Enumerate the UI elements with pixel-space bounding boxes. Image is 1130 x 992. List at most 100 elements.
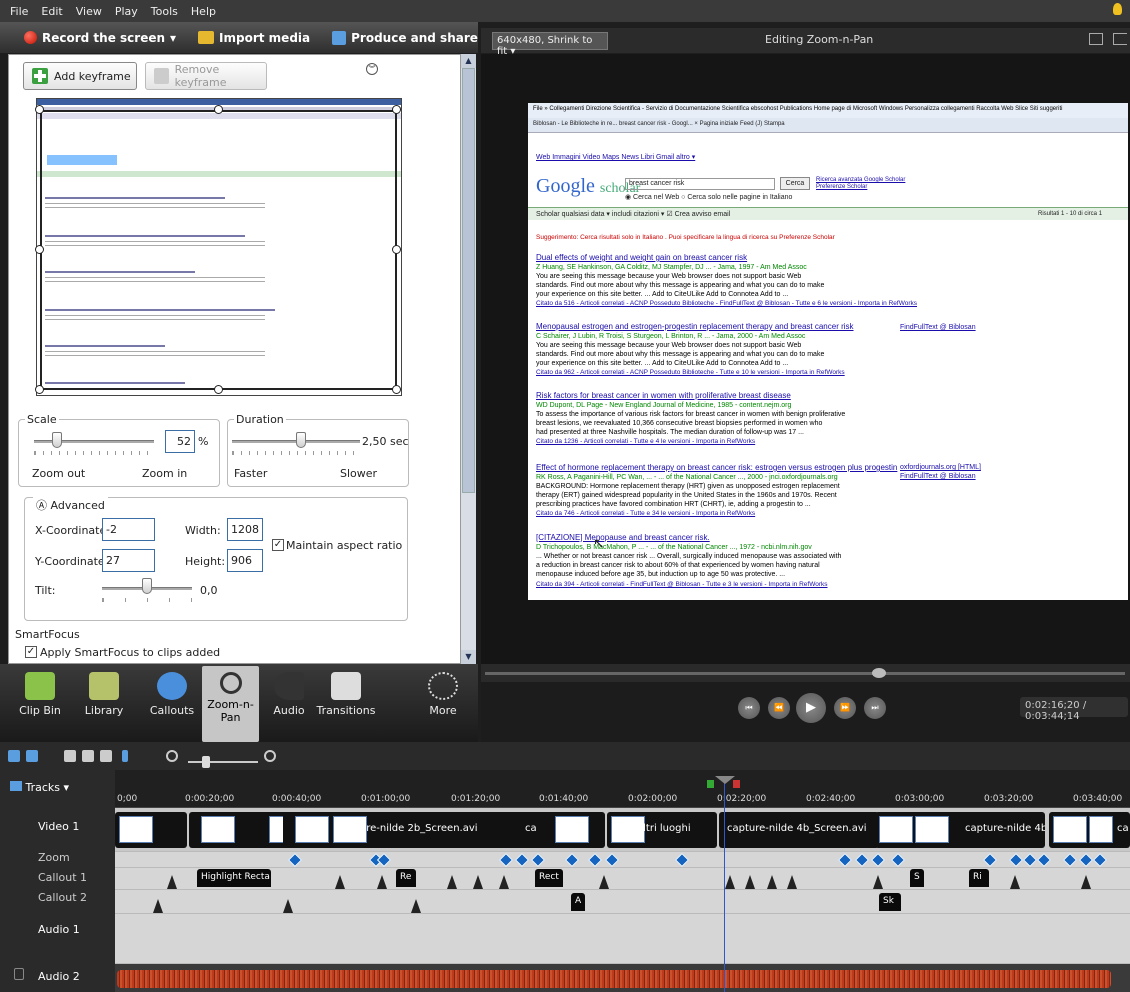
menu-play[interactable]: Play xyxy=(115,5,138,18)
video-clip[interactable]: ca xyxy=(1049,812,1130,848)
split-icon[interactable] xyxy=(122,750,128,762)
keyframe-icon[interactable] xyxy=(1022,852,1038,868)
play-icon[interactable]: ▶ xyxy=(796,693,826,723)
keyframe-icon[interactable] xyxy=(674,852,690,868)
keyframe-icon[interactable] xyxy=(530,852,546,868)
zoom-selection-rectangle[interactable] xyxy=(40,110,397,390)
keyframe-icon[interactable] xyxy=(1008,852,1024,868)
callout-clip[interactable]: A xyxy=(571,893,585,911)
smartfocus-checkbox[interactable]: ✓ xyxy=(25,646,37,658)
keyframe-icon[interactable] xyxy=(514,852,530,868)
audio-waveform[interactable] xyxy=(117,970,1111,988)
detach-icon[interactable] xyxy=(1113,33,1127,45)
timeline-zoom-thumb[interactable] xyxy=(202,756,210,768)
tracks-menu[interactable]: Tracks ▾ xyxy=(10,781,69,794)
out-marker[interactable] xyxy=(733,780,740,788)
menu-view[interactable]: View xyxy=(76,5,102,18)
callout2-track[interactable]: A Sk xyxy=(115,890,1130,914)
keyframe-icon[interactable] xyxy=(890,852,906,868)
advanced-toggle[interactable]: Ⓐ Advanced xyxy=(33,497,108,513)
keyframe-icon[interactable] xyxy=(604,852,620,868)
zoom-out-icon[interactable] xyxy=(166,750,178,762)
record-screen-button[interactable]: Record the screen ▾ xyxy=(24,31,176,45)
zoom-in-icon[interactable] xyxy=(264,750,276,762)
scrollbar-thumb[interactable] xyxy=(462,68,475,493)
tab-callouts[interactable]: Callouts xyxy=(140,666,204,742)
audio1-track[interactable] xyxy=(115,914,1130,964)
height-field[interactable]: 906 xyxy=(227,549,263,572)
paste-icon[interactable] xyxy=(100,750,112,762)
menu-help[interactable]: Help xyxy=(191,5,216,18)
scroll-up-icon[interactable]: ▲ xyxy=(461,54,476,68)
preview-canvas[interactable]: File » Collegamenti Direzione Scientific… xyxy=(528,103,1128,600)
fullscreen-icon[interactable] xyxy=(1089,33,1103,45)
callout1-track[interactable]: Highlight Recta Re Rect S Ri xyxy=(115,868,1130,890)
cut-icon[interactable] xyxy=(64,750,76,762)
timeline-zoom-slider[interactable] xyxy=(188,761,258,763)
rewind-icon[interactable]: ⏪ xyxy=(768,697,790,719)
scale-value-field[interactable]: 52 xyxy=(165,430,195,453)
video-clip[interactable]: ca xyxy=(525,812,605,848)
produce-share-button[interactable]: Produce and share▾ ▿ xyxy=(332,30,499,45)
video1-track[interactable]: richiesta capture-nilde 2b_Screen.avi ca… xyxy=(115,808,1130,852)
resize-handle[interactable] xyxy=(392,245,401,254)
callout-clip[interactable]: S xyxy=(910,869,924,887)
seek-thumb[interactable] xyxy=(872,668,886,678)
keyframe-icon[interactable] xyxy=(1092,852,1108,868)
undo-icon[interactable] xyxy=(8,750,20,762)
keyframe-icon[interactable] xyxy=(1036,852,1052,868)
video-clip[interactable] xyxy=(115,812,187,848)
tilt-slider-thumb[interactable] xyxy=(142,578,152,594)
resize-handle[interactable] xyxy=(214,385,223,394)
callout-clip[interactable]: Rect xyxy=(535,869,563,887)
tab-zoom-n-pan[interactable]: Zoom-n- Pan xyxy=(202,666,259,742)
resize-handle[interactable] xyxy=(392,385,401,394)
keyframe-icon[interactable] xyxy=(837,852,853,868)
keyframe-icon[interactable] xyxy=(587,852,603,868)
width-field[interactable]: 1208 xyxy=(227,518,263,541)
tab-clip-bin[interactable]: Clip Bin xyxy=(10,666,70,742)
keyframe-icon[interactable] xyxy=(982,852,998,868)
callout-clip[interactable]: Ri xyxy=(969,869,989,887)
add-keyframe-button[interactable]: Add keyframe xyxy=(23,62,137,90)
scroll-down-icon[interactable]: ▼ xyxy=(461,650,476,664)
keyframe-icon[interactable] xyxy=(564,852,580,868)
video-clip[interactable]: capture-nilde 2b_Screen.avi xyxy=(283,812,533,848)
callout-clip[interactable]: Re xyxy=(396,869,416,887)
video-clip[interactable]: altri luoghi xyxy=(607,812,717,848)
skip-forward-icon[interactable]: ⏭ xyxy=(864,697,886,719)
in-marker[interactable] xyxy=(707,780,714,788)
tab-transitions[interactable]: Transitions xyxy=(310,666,382,742)
resize-handle[interactable] xyxy=(392,105,401,114)
lightbulb-icon[interactable] xyxy=(1113,3,1122,15)
copy-icon[interactable] xyxy=(82,750,94,762)
scale-slider-thumb[interactable] xyxy=(52,432,62,448)
redo-icon[interactable] xyxy=(26,750,38,762)
menu-tools[interactable]: Tools xyxy=(151,5,178,18)
x-coordinate-field[interactable]: -2 xyxy=(102,518,155,541)
video-clip[interactable]: capture-nilde 4b_ xyxy=(875,812,1045,848)
resize-handle[interactable] xyxy=(214,105,223,114)
callout-clip[interactable]: Sk xyxy=(879,893,901,911)
seek-track[interactable] xyxy=(485,672,1125,675)
callout-clip[interactable]: Highlight Recta xyxy=(197,869,271,887)
keyframe-icon[interactable] xyxy=(1078,852,1094,868)
video-clip[interactable]: capture-nilde 4b_Screen.avi xyxy=(719,812,879,848)
skip-back-icon[interactable]: ⏮ xyxy=(738,697,760,719)
keyframe-icon[interactable] xyxy=(498,852,514,868)
y-coordinate-field[interactable]: 27 xyxy=(102,549,155,572)
timeline-ruler[interactable]: 0;00 0:00:20;00 0:00:40;00 0:01:00;00 0:… xyxy=(115,770,1130,808)
duration-slider-thumb[interactable] xyxy=(296,432,306,448)
keyframe-icon[interactable] xyxy=(854,852,870,868)
resize-handle[interactable] xyxy=(35,245,44,254)
aspect-ratio-checkbox[interactable]: ✓ xyxy=(272,539,284,551)
preview-size-dropdown[interactable]: 640x480, Shrink to fit ▾ xyxy=(492,32,608,57)
keyframe-icon[interactable] xyxy=(1062,852,1078,868)
resize-handle[interactable] xyxy=(35,105,44,114)
tab-more[interactable]: More xyxy=(418,666,468,742)
keyframe-icon[interactable] xyxy=(287,852,303,868)
lock-icon[interactable] xyxy=(14,968,24,980)
collapse-icon[interactable]: ︾ xyxy=(366,63,378,75)
tab-library[interactable]: Library xyxy=(74,666,134,742)
menu-edit[interactable]: Edit xyxy=(41,5,62,18)
